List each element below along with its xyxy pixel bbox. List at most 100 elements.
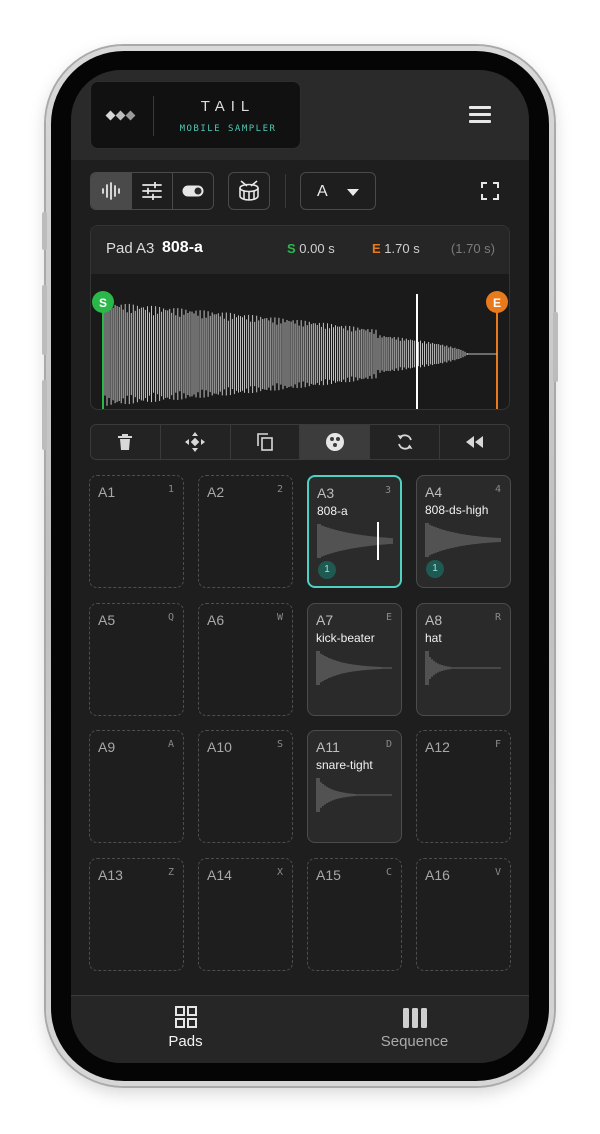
pad-id: A9 [98,739,116,755]
pad-key: D [385,739,392,750]
waveform-lines [104,302,468,406]
pad-a1[interactable]: A1 1 [89,475,184,588]
bank-value: A [317,183,328,200]
pad-id: A8 [425,612,443,628]
app-screen: TAIL MOBILE SAMPLER A Pad A3 808-a S 0.0… [71,70,529,1063]
pad-key: E [385,612,392,623]
pad-id: A1 [98,484,116,500]
copy-button[interactable] [231,425,301,459]
pad-id: A3 [317,485,335,501]
loop-button[interactable] [370,425,441,459]
pad-sample-name: 808-ds-high [425,503,489,517]
pad-waveform [316,651,392,685]
pad-a6[interactable]: A6 W [198,603,293,716]
pad-waveform [425,651,501,685]
pad-id: A2 [207,484,225,500]
rewind-icon [465,436,483,448]
nav-sequence[interactable]: Sequence [300,1006,529,1050]
pad-waveform [425,523,501,557]
waveform-icon [102,182,120,200]
waveform-mode-button[interactable] [91,173,132,209]
pad-key: 3 [384,485,391,496]
chevron-down-icon [347,189,359,196]
pad-a4[interactable]: A4 4 808-ds-high 1 [416,475,511,588]
pad-a7[interactable]: A7 Ekick-beater [307,603,402,716]
volume-down-button [42,380,47,450]
mode-segmented-control [90,172,214,210]
pad-a11[interactable]: A11 Dsnare-tight [307,730,402,843]
sliders-mode-button[interactable] [132,173,173,209]
pad-key: Q [167,612,174,623]
pad-key: R [494,612,501,623]
delete-button[interactable] [91,425,161,459]
pad-badge: 1 [426,560,444,578]
grid-icon [174,1006,197,1028]
sliders-icon [142,182,162,200]
sample-editor: Pad A3 808-a S 0.00 s E 1.70 s (1.70 s) … [90,225,510,410]
pad-key: S [276,739,283,750]
drum-button[interactable] [228,172,270,210]
pad-a10[interactable]: A10 S [198,730,293,843]
pad-key: X [276,867,283,878]
volume-up-button [42,285,47,355]
waveform-display[interactable]: S E [91,274,510,410]
action-bar [90,424,510,460]
nav-pads[interactable]: Pads [71,1006,300,1050]
fullscreen-icon[interactable] [481,182,499,200]
pad-sample-name: hat [425,631,442,645]
move-button[interactable] [161,425,231,459]
app-header: TAIL MOBILE SAMPLER [71,70,529,160]
pad-key: A [167,739,174,750]
pad-id: A13 [98,867,123,883]
pad-badge: 1 [318,561,336,579]
pad-id: A6 [207,612,225,628]
pad-a8[interactable]: A8 Rhat [416,603,511,716]
pad-sample-name: snare-tight [316,758,373,772]
app-subtitle: MOBILE SAMPLER [179,124,277,134]
toggle-mode-button[interactable] [173,173,213,209]
sample-duration: (1.70 s) [450,241,495,256]
mute-switch [42,212,47,250]
hamburger-menu-icon[interactable] [469,106,493,124]
logo-dots-icon [105,110,137,122]
pad-id: A12 [425,739,450,755]
end-value: 1.70 s [384,241,420,256]
pad-a3[interactable]: A3 3 808-a 1 [307,475,402,588]
drum-icon [239,180,259,201]
sample-pad-button[interactable] [300,425,371,459]
pad-id: A7 [316,612,334,628]
pad-a12[interactable]: A12 F [416,730,511,843]
pad-sample-name: 808-a [317,504,348,518]
pad-sample-name: kick-beater [316,631,375,645]
pad-a14[interactable]: A14 X [198,858,293,971]
pad-a9[interactable]: A9 A [89,730,184,843]
app-title: TAIL [200,98,256,115]
bank-select[interactable]: A [300,172,376,210]
pad-a15[interactable]: A15 C [307,858,402,971]
pad-waveform [316,778,392,812]
end-prefix: E [372,241,381,256]
rewind-button[interactable] [440,425,509,459]
pad-a2[interactable]: A2 2 [198,475,293,588]
pad-a5[interactable]: A5 Q [89,603,184,716]
sample-icon [325,433,344,451]
end-marker[interactable]: E [486,291,508,313]
trash-icon [118,434,133,450]
start-time: S 0.00 s [287,241,335,256]
start-marker[interactable]: S [92,291,114,313]
pad-a13[interactable]: A13 Z [89,858,184,971]
pad-key: 4 [494,484,501,495]
pad-id: A15 [316,867,341,883]
toggle-icon [182,185,204,197]
nav-pads-label: Pads [168,1033,203,1050]
pad-id: A16 [425,867,450,883]
pad-key: V [494,867,501,878]
pad-key: F [494,739,501,750]
pad-a16[interactable]: A16 V [416,858,511,971]
loop-icon [397,434,413,450]
pad-id: A4 [425,484,443,500]
logo-divider [153,96,154,136]
end-time: E 1.70 s [372,241,420,256]
pad-key: 1 [167,484,174,495]
pad-id: A14 [207,867,232,883]
